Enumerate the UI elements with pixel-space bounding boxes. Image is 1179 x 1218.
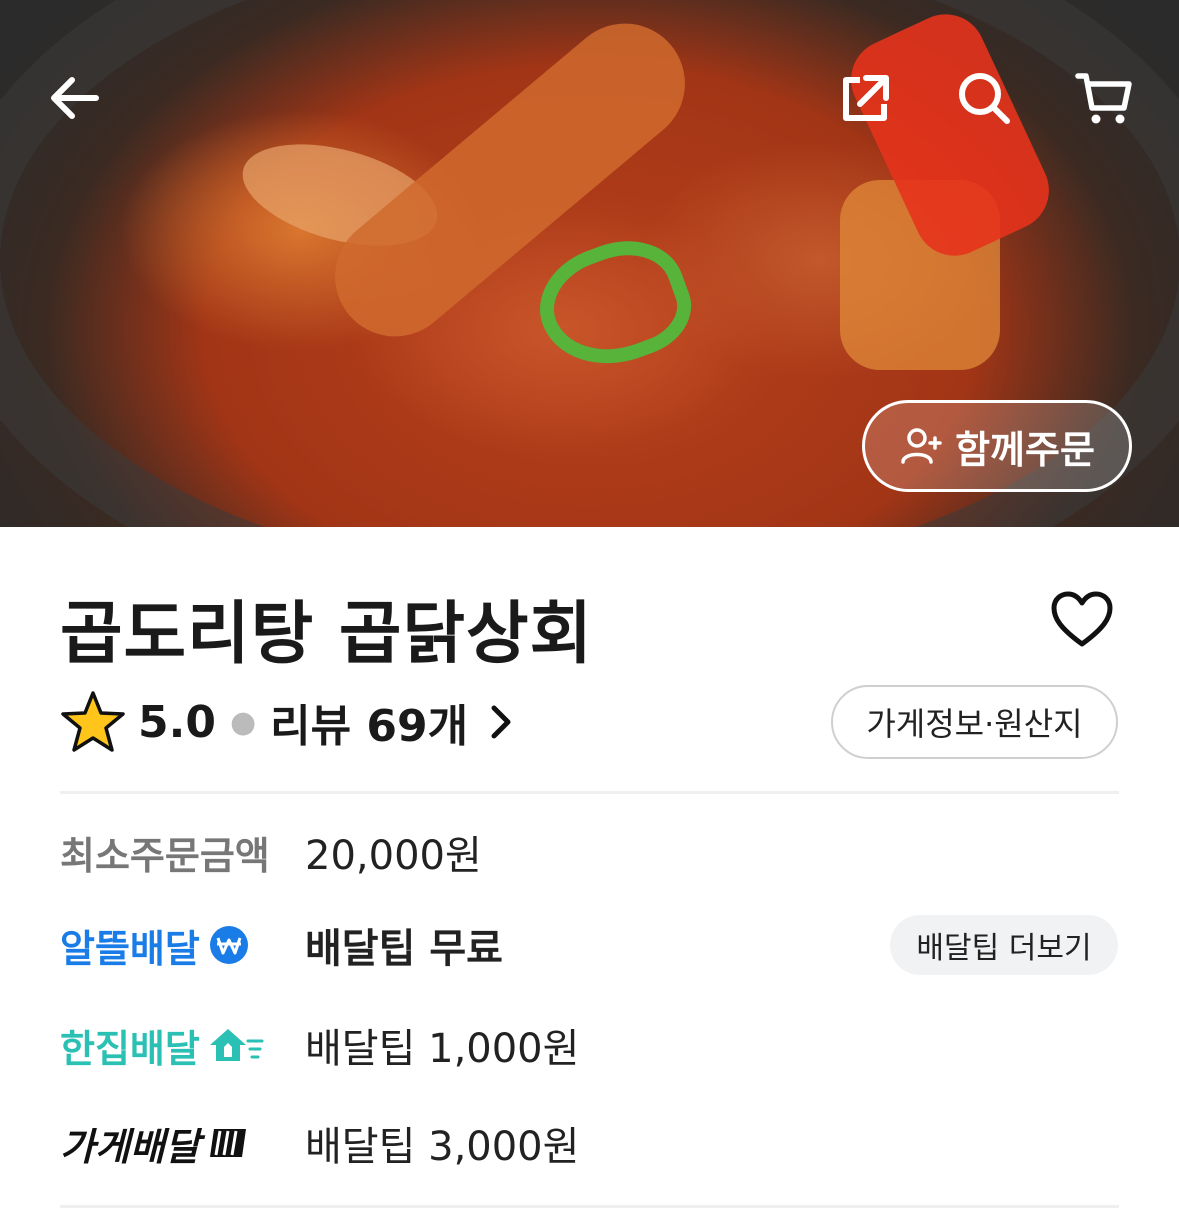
delivery-option-single: 한집배달 배달팁 1,000원 — [60, 1015, 579, 1075]
chevron-right-icon — [491, 705, 511, 739]
divider-bottom — [60, 1205, 1119, 1208]
search-icon — [959, 73, 1010, 124]
heart-icon — [1051, 591, 1113, 647]
rating-review-link[interactable]: 5.0 ● 리뷰 69개 — [60, 690, 516, 754]
delivery-option-label: 한집배달 — [60, 1026, 200, 1071]
delivery-option-value: 배달팁 3,000원 — [305, 1124, 580, 1170]
delivery-bars-icon — [209, 1129, 246, 1157]
delivery-option-store: 가게배달 배달팁 3,000원 — [60, 1113, 579, 1173]
back-button[interactable] — [42, 66, 106, 130]
search-button[interactable] — [952, 66, 1016, 130]
delivery-option-value: 배달팁 1,000원 — [305, 1026, 580, 1072]
delivery-option-saver: 알뜰배달 배달팁 무료 — [60, 915, 503, 975]
arrow-left-icon — [51, 77, 99, 119]
more-delivery-tips-button[interactable]: 배달팁 더보기 — [890, 915, 1118, 975]
cart-icon — [1075, 73, 1132, 124]
share-icon — [843, 75, 889, 121]
min-order-row: 최소주문금액 20,000원 — [60, 822, 482, 882]
won-coin-icon — [209, 926, 248, 964]
cart-button[interactable] — [1072, 66, 1136, 130]
rating-value: 5.0 — [138, 696, 216, 748]
store-name: 곱도리탕 곱닭상회 — [60, 595, 594, 674]
review-count: 리뷰 69개 — [270, 701, 469, 752]
group-order-button[interactable]: 함께주문 — [862, 400, 1132, 492]
favorite-button[interactable] — [1050, 590, 1114, 650]
delivery-option-label: 알뜰배달 — [60, 926, 200, 971]
divider-top — [60, 791, 1119, 794]
add-person-icon — [901, 428, 942, 464]
delivery-option-value: 배달팁 무료 — [305, 926, 503, 972]
group-order-label: 함께주문 — [955, 427, 1095, 472]
separator-dot: ● — [229, 704, 257, 740]
min-order-label: 최소주문금액 — [60, 833, 270, 878]
star-icon — [61, 691, 125, 752]
fast-house-icon — [209, 1029, 264, 1061]
share-button[interactable] — [832, 66, 896, 130]
delivery-option-label: 가게배달 — [60, 1124, 200, 1169]
store-info-button[interactable]: 가게정보·원산지 — [831, 685, 1118, 759]
min-order-value: 20,000원 — [305, 833, 482, 879]
